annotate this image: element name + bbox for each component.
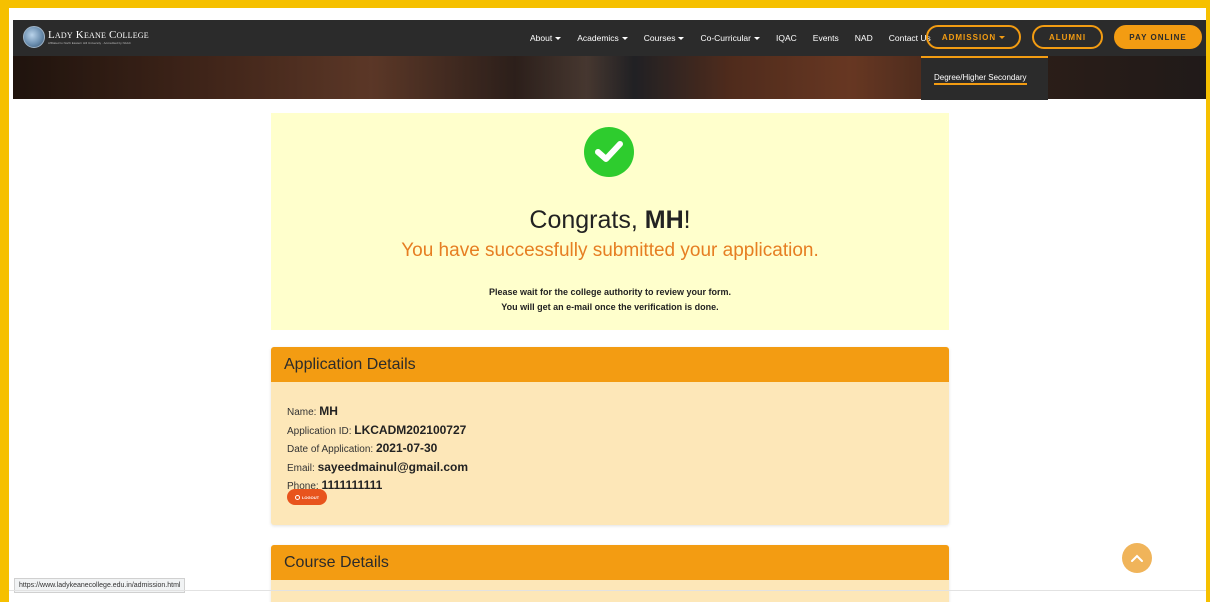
success-panel: Congrats, MH! You have successfully subm…	[271, 113, 949, 330]
review-note: Please wait for the college authority to…	[488, 287, 732, 312]
bottom-divider	[9, 590, 1206, 591]
admission-button[interactable]: ADMISSION	[926, 25, 1021, 49]
scroll-to-top-button[interactable]	[1122, 543, 1152, 573]
page: Lady Keane College Affiliated to North E…	[9, 8, 1206, 602]
application-details-list: Name: MH Application ID: LKCADM202100727…	[287, 403, 468, 496]
caret-down-icon	[754, 36, 760, 40]
nav-item-nad[interactable]: NAD	[855, 33, 873, 43]
college-name: Lady Keane College	[48, 29, 149, 41]
applicant-name: MH	[644, 206, 684, 234]
application-details-header: Application Details	[271, 347, 949, 382]
highlight-frame-right	[1206, 0, 1210, 602]
detail-email: Email: sayeedmainul@gmail.com	[287, 459, 468, 474]
top-navbar: Lady Keane College Affiliated to North E…	[13, 20, 1206, 56]
college-tagline: Affiliated to North Eastern Hill Univers…	[48, 41, 131, 45]
caret-down-icon	[678, 36, 685, 40]
success-message: You have successfully submitted your app…	[401, 240, 819, 261]
nav-item-academics[interactable]: Academics	[577, 33, 628, 43]
highlight-frame-left	[0, 0, 9, 602]
application-details-card: Application Details Name: MH Application…	[271, 347, 949, 525]
pay-online-button[interactable]: PAY ONLINE	[1114, 25, 1202, 49]
chevron-up-icon	[1131, 554, 1143, 562]
logout-button[interactable]: LOGOUT	[287, 489, 327, 505]
detail-application-id: Application ID: LKCADM202100727	[287, 422, 467, 437]
nav-links: About Academics Courses Co-Curricular IQ…	[530, 20, 947, 56]
dropdown-item-degree-higher-secondary[interactable]: Degree/Higher Secondary	[934, 73, 1027, 85]
caret-down-icon	[555, 36, 562, 40]
check-icon	[584, 127, 634, 177]
detail-date: Date of Application: 2021-07-30	[287, 441, 438, 455]
course-details-card: Course Details	[271, 545, 949, 602]
nav-item-courses[interactable]: Courses	[644, 33, 685, 43]
nav-item-co-curricular[interactable]: Co-Curricular	[700, 33, 760, 43]
nav-item-iqac[interactable]: IQAC	[776, 33, 797, 43]
caret-down-icon	[621, 36, 628, 40]
detail-name: Name: MH	[287, 404, 338, 418]
college-logo[interactable]: Lady Keane College Affiliated to North E…	[23, 26, 166, 48]
power-icon	[294, 494, 300, 500]
nav-item-events[interactable]: Events	[813, 33, 839, 43]
nav-item-about[interactable]: About	[530, 33, 562, 43]
congrats-heading: Congrats, MH!	[529, 206, 691, 234]
highlight-frame-top	[0, 0, 1210, 8]
admission-dropdown-menu: Degree/Higher Secondary	[921, 56, 1048, 100]
caret-down-icon	[999, 35, 1006, 39]
alumni-button[interactable]: ALUMNI	[1032, 25, 1103, 49]
nav-item-contact-us[interactable]: Contact Us	[889, 33, 931, 43]
college-emblem-icon	[23, 26, 45, 48]
course-details-header: Course Details	[271, 545, 949, 580]
